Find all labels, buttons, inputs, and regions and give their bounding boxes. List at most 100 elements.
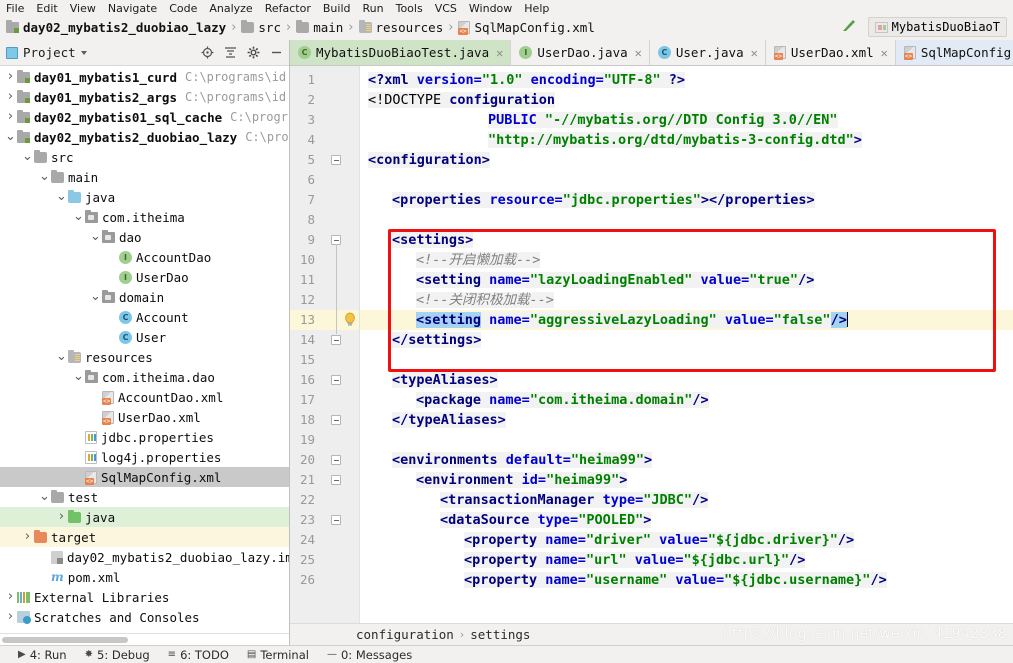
scrollbar-thumb[interactable] <box>2 637 128 643</box>
menu-item-view[interactable]: View <box>70 3 96 14</box>
chevron-right-icon[interactable]: › <box>4 70 17 83</box>
code-line[interactable]: <environment id="heima99"> <box>360 470 1013 490</box>
breadcrumb-item-main[interactable]: main <box>296 19 343 35</box>
chevron-right-icon[interactable]: › <box>21 530 34 543</box>
code-line[interactable]: "http://mybatis.org/dtd/mybatis-3-config… <box>360 130 1013 150</box>
tree-row[interactable]: ⌄ resources <box>0 347 289 367</box>
tree-row[interactable]: › External Libraries <box>0 587 289 607</box>
tree-row[interactable]: ⌄ src <box>0 147 289 167</box>
status-bar-item-5--debug[interactable]: ✸ 5: Debug <box>85 648 150 662</box>
editor-tab-user-java[interactable]: C User.java ✕ <box>649 40 766 65</box>
breadcrumb-item-resources[interactable]: resources <box>358 19 443 35</box>
code-line[interactable]: <package name="com.itheima.domain"/> <box>360 390 1013 410</box>
tree-row[interactable]: I UserDao <box>0 267 289 287</box>
menu-item-run[interactable]: Run <box>363 3 384 14</box>
tree-row[interactable]: ⌄ domain <box>0 287 289 307</box>
code-line[interactable]: </settings> <box>360 330 1013 350</box>
tree-row[interactable]: ⌄ day02_mybatis2_duobiao_lazy C:\pro <box>0 127 289 147</box>
fold-toggle-icon[interactable] <box>331 375 341 385</box>
editor-gutter[interactable]: 1 2 3 4 5 6 7 8 9 10 11 12 13 14 15 16 17 18 19 20 21 22 23 24 2… <box>290 66 360 623</box>
menu-item-refactor[interactable]: Refactor <box>265 3 311 14</box>
code-line[interactable] <box>360 350 1013 370</box>
menu-item-edit[interactable]: Edit <box>36 3 57 14</box>
editor-tab-sqlmapconfig-xml[interactable]: SqlMapConfig.xml✕ <box>895 40 1013 65</box>
code-line[interactable]: <settings> <box>360 230 1013 250</box>
menu-item-build[interactable]: Build <box>323 3 351 14</box>
code-line[interactable]: </typeAliases> <box>360 410 1013 430</box>
fold-toggle-icon[interactable] <box>331 155 341 165</box>
code-line[interactable]: <typeAliases> <box>360 370 1013 390</box>
project-tree[interactable]: › day01_mybatis1_curd C:\programs\id › day01… <box>0 66 289 633</box>
tree-row[interactable]: AccountDao.xml <box>0 387 289 407</box>
code-line[interactable]: <?xml version="1.0" encoding="UTF-8" ?> <box>360 70 1013 90</box>
tree-row[interactable]: ⌄ dao <box>0 227 289 247</box>
tree-row[interactable]: › day01_mybatis1_curd C:\programs\id <box>0 67 289 87</box>
tree-row[interactable]: › day01_mybatis2_args C:\programs\id <box>0 87 289 107</box>
tree-row[interactable]: ⌄ java <box>0 187 289 207</box>
tree-row[interactable]: › java <box>0 507 289 527</box>
tree-row[interactable]: › target <box>0 527 289 547</box>
code-line[interactable]: <setting name="lazyLoadingEnabled" value… <box>360 270 1013 290</box>
status-bar-item-0--messages[interactable]: —0: Messages <box>327 648 412 662</box>
chevron-right-icon[interactable]: › <box>4 590 17 603</box>
breadcrumb-configuration[interactable]: configuration <box>356 627 454 642</box>
tree-row[interactable]: › day02_mybatis01_sql_cache C:\progr <box>0 107 289 127</box>
code-line[interactable]: <transactionManager type="JDBC"/> <box>360 490 1013 510</box>
tree-row[interactable]: C User <box>0 327 289 347</box>
close-icon[interactable]: ✕ <box>635 46 642 60</box>
chevron-down-icon[interactable]: ⌄ <box>21 150 34 163</box>
fold-toggle-icon[interactable] <box>331 515 341 525</box>
tree-row[interactable]: day02_mybatis2_duobiao_lazy.iml <box>0 547 289 567</box>
tree-row[interactable]: ⌄ test <box>0 487 289 507</box>
status-bar-item-6--todo[interactable]: ≡ 6: TODO <box>168 648 229 662</box>
project-title-button[interactable]: Project <box>6 45 87 60</box>
code-line[interactable]: <property name="url" value="${jdbc.url}"… <box>360 550 1013 570</box>
green-arrow-icon[interactable] <box>840 18 860 37</box>
code-line[interactable]: <configuration> <box>360 150 1013 170</box>
breadcrumb-item-src[interactable]: src <box>241 19 281 35</box>
code-line[interactable]: <!DOCTYPE configuration <box>360 90 1013 110</box>
tree-row[interactable]: › Scratches and Consoles <box>0 607 289 627</box>
code-line[interactable]: PUBLIC "-//mybatis.org//DTD Config 3.0//… <box>360 110 1013 130</box>
chevron-down-icon[interactable]: ⌄ <box>4 130 17 143</box>
menu-item-vcs[interactable]: VCS <box>435 3 457 14</box>
menu-item-analyze[interactable]: Analyze <box>209 3 252 14</box>
project-horizontal-scrollbar[interactable] <box>0 633 289 645</box>
menu-item-code[interactable]: Code <box>169 3 197 14</box>
code-line[interactable]: <setting name="aggressiveLazyLoading" va… <box>360 310 1013 330</box>
chevron-down-icon[interactable]: ⌄ <box>55 350 68 363</box>
tree-row[interactable]: UserDao.xml <box>0 407 289 427</box>
tree-row[interactable]: ⌄ main <box>0 167 289 187</box>
code-line[interactable] <box>360 210 1013 230</box>
tree-row[interactable]: ⌄ com.itheima <box>0 207 289 227</box>
chevron-down-icon[interactable]: ⌄ <box>72 210 85 223</box>
status-bar-item-terminal[interactable]: ▤ Terminal <box>247 648 309 662</box>
editor-tab-mybatisduobiaotest-java[interactable]: C MybatisDuoBiaoTest.java ✕ <box>290 40 512 65</box>
chevron-down-icon[interactable]: ⌄ <box>89 230 102 243</box>
chevron-right-icon[interactable]: › <box>4 610 17 623</box>
chevron-right-icon[interactable]: › <box>4 110 17 123</box>
fold-toggle-icon[interactable] <box>331 335 341 345</box>
code-line[interactable]: <property name="driver" value="${jdbc.dr… <box>360 530 1013 550</box>
close-icon[interactable]: ✕ <box>881 46 888 60</box>
chevron-right-icon[interactable]: › <box>55 510 68 523</box>
close-icon[interactable]: ✕ <box>496 46 503 60</box>
intention-bulb-icon[interactable] <box>343 312 359 328</box>
tree-row[interactable]: C Account <box>0 307 289 327</box>
code-line[interactable]: <environments default="heima99"> <box>360 450 1013 470</box>
tree-row[interactable]: ⌄ com.itheima.dao <box>0 367 289 387</box>
chevron-down-icon[interactable]: ⌄ <box>89 290 102 303</box>
fold-toggle-icon[interactable] <box>331 455 341 465</box>
code-line[interactable]: <property name="username" value="${jdbc.… <box>360 570 1013 590</box>
tree-row[interactable]: jdbc.properties <box>0 427 289 447</box>
menu-item-window[interactable]: Window <box>469 3 512 14</box>
menu-item-navigate[interactable]: Navigate <box>108 3 157 14</box>
run-configuration-selector[interactable]: MybatisDuoBiaoT <box>867 17 1007 37</box>
chevron-down-icon[interactable] <box>80 50 87 55</box>
code-line[interactable]: <!--关闭积极加载--> <box>360 290 1013 310</box>
tree-row[interactable]: I AccountDao <box>0 247 289 267</box>
settings-gear-icon[interactable] <box>246 46 260 60</box>
code-content[interactable]: <?xml version="1.0" encoding="UTF-8" ?> <… <box>360 66 1013 623</box>
chevron-down-icon[interactable]: ⌄ <box>38 170 51 183</box>
chevron-down-icon[interactable]: ⌄ <box>55 190 68 203</box>
